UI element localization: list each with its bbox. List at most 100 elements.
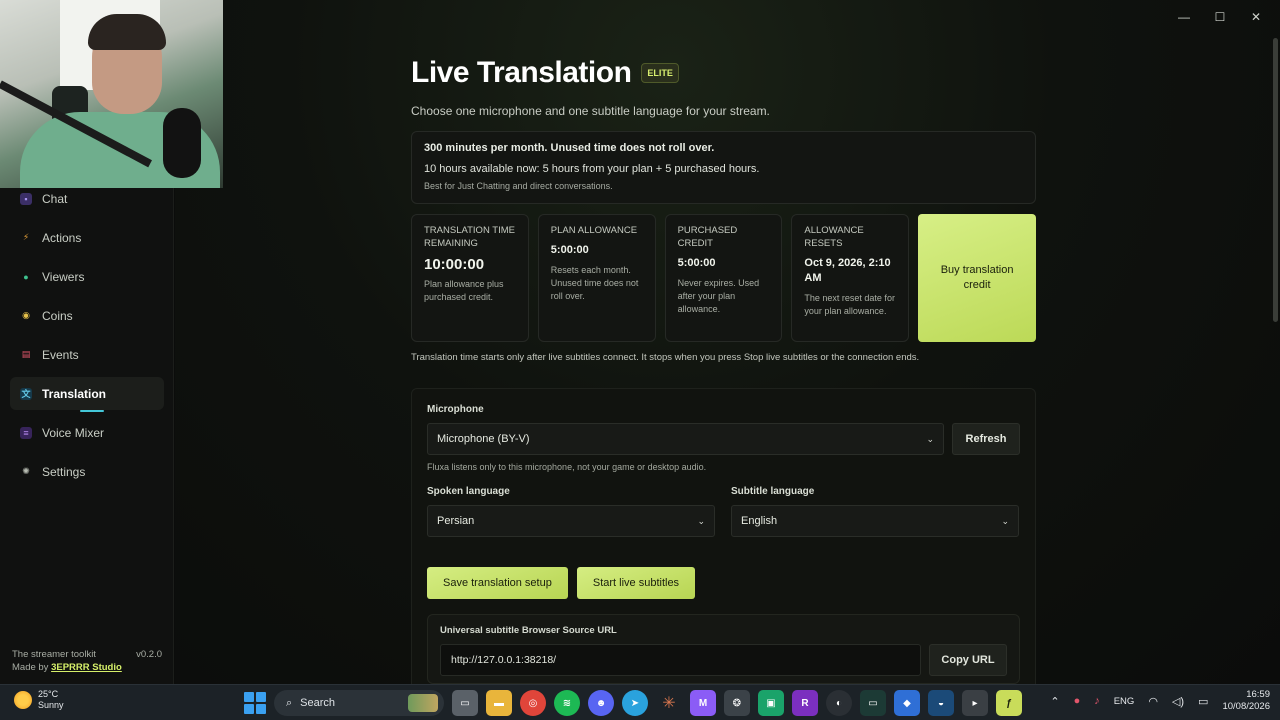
clock[interactable]: 16:59 10/08/2026: [1222, 689, 1270, 713]
chat-icon: ▪: [20, 192, 32, 205]
folder-icon[interactable]: ▬: [486, 690, 512, 716]
windows-start-icon[interactable]: [244, 692, 266, 714]
app-green-icon[interactable]: ▣: [758, 690, 784, 716]
spoken-language-value: Persian: [437, 515, 475, 527]
copy-url-button[interactable]: Copy URL: [929, 644, 1007, 676]
chevron-down-icon: ⌄: [1001, 515, 1009, 526]
coin-icon: ◉: [22, 310, 30, 320]
card-value: 5:00:00: [677, 257, 716, 269]
subtitle-language-select[interactable]: English ⌄: [731, 505, 1019, 537]
sidebar-nav: ▪ Chat ⚡ Actions ● Viewers ◉ Coins ▤ Eve…: [10, 182, 164, 494]
vpn-icon[interactable]: ◆: [894, 690, 920, 716]
translation-content: Live Translation ELITE Choose one microp…: [411, 56, 1036, 708]
refresh-button[interactable]: Refresh: [952, 423, 1020, 455]
spotify-icon[interactable]: ≋: [554, 690, 580, 716]
spoken-language-select[interactable]: Persian ⌄: [427, 505, 715, 537]
microphone-label: Microphone: [427, 404, 484, 415]
calendar-icon: ▤: [21, 349, 31, 359]
sidebar-item-label: Actions: [42, 230, 82, 245]
taskbar: 25°C Sunny ⌕ Search ▭ ▬ ◎ ≋ ☻ ➤ ✳ M ❂ ▣ …: [0, 684, 1280, 720]
sidebar-item-voice-mixer[interactable]: ≡ Voice Mixer: [10, 416, 164, 449]
clock-time: 16:59: [1246, 689, 1270, 700]
save-translation-setup-button[interactable]: Save translation setup: [427, 567, 568, 599]
search-highlight-image: [408, 694, 438, 712]
subtitle-language-label: Subtitle language: [731, 486, 815, 497]
studio-link[interactable]: 3EPRRR Studio: [51, 662, 122, 673]
active-tab-indicator: [80, 410, 104, 412]
webcam-overlay: [0, 0, 223, 188]
tagline: The streamer toolkit: [12, 649, 96, 660]
subtitle-language-value: English: [741, 515, 778, 527]
sidebar-item-actions[interactable]: ⚡ Actions: [10, 221, 164, 254]
volume-icon[interactable]: ◁): [1172, 695, 1184, 708]
discord-icon[interactable]: ☻: [588, 690, 614, 716]
microphone-value: Microphone (BY-V): [437, 433, 530, 445]
weather-widget[interactable]: 25°C Sunny: [14, 689, 64, 711]
translation-setup-panel: Microphone Microphone (BY-V) ⌄ Refresh F…: [411, 388, 1036, 708]
chrome-icon[interactable]: ◎: [520, 690, 546, 716]
close-button[interactable]: ✕: [1238, 8, 1274, 26]
openai-icon[interactable]: ❂: [724, 690, 750, 716]
browser-source-panel: Universal subtitle Browser Source URL ht…: [427, 614, 1020, 684]
card-plan-allowance: Plan allowance 5:00:00 Resets each month…: [537, 214, 656, 342]
card-purchased-credit: Purchased credit 5:00:00 Never expires. …: [664, 214, 783, 342]
subtitle-language-field: Subtitle language English ⌄: [731, 486, 1019, 537]
search-icon: ⌕: [286, 696, 293, 709]
minimize-button[interactable]: —: [1166, 8, 1202, 26]
microphone-select[interactable]: Microphone (BY-V) ⌄: [427, 423, 944, 455]
r-icon[interactable]: R: [792, 690, 818, 716]
microphone-image: [163, 108, 201, 178]
main-area: Live Translation ELITE Choose one microp…: [175, 0, 1280, 708]
card-label: Purchased credit: [677, 225, 738, 249]
sidebar-item-viewers[interactable]: ● Viewers: [10, 260, 164, 293]
obs-icon[interactable]: ◐: [826, 690, 852, 716]
taskbar-search[interactable]: ⌕ Search: [274, 690, 444, 716]
allowance-cards: Translation time remaining 10:00:00 Plan…: [411, 214, 1036, 342]
sidebar-item-events[interactable]: ▤ Events: [10, 338, 164, 371]
language-row: Spoken language Persian ⌄ Subtitle langu…: [427, 486, 1020, 537]
claude-icon[interactable]: ✳: [656, 690, 682, 716]
window-controls: — ☐ ✕: [1166, 8, 1274, 26]
terminal-icon[interactable]: ▭: [860, 690, 886, 716]
card-allowance-resets: Allowance resets Oct 9, 2026, 2:10 AM Th…: [791, 214, 910, 342]
sidebar-item-label: Coins: [42, 308, 73, 323]
files-icon[interactable]: ▭: [452, 690, 478, 716]
browser-source-url-field[interactable]: http://127.0.0.1:38218/: [440, 644, 921, 676]
sidebar-footer: The streamer toolkit v0.2.0 Made by 3EPR…: [12, 648, 162, 674]
sidebar-item-coins[interactable]: ◉ Coins: [10, 299, 164, 332]
scrollbar[interactable]: [1273, 38, 1278, 322]
maximize-button[interactable]: ☐: [1202, 8, 1238, 26]
card-note: Plan allowance plus purchased credit.: [424, 279, 504, 302]
app-version: v0.2.0: [136, 649, 162, 660]
page-subtitle: Choose one microphone and one subtitle l…: [411, 104, 770, 118]
available-hours-line: 10 hours available now: 5 hours from you…: [424, 163, 760, 175]
system-tray: ⌃ ● ♪ ENG ◠ ◁) ▭ 16:59 10/08/2026: [1050, 689, 1270, 713]
buy-translation-credit-button[interactable]: Buy translation credit: [918, 214, 1036, 342]
title-row: Live Translation ELITE: [411, 56, 1036, 90]
telegram-icon[interactable]: ➤: [622, 690, 648, 716]
sidebar-item-translation[interactable]: 文 Translation: [10, 377, 164, 410]
steam-icon[interactable]: ◒: [928, 690, 954, 716]
microphone-icon[interactable]: ♪: [1094, 695, 1100, 707]
wifi-icon[interactable]: ◠: [1148, 695, 1158, 708]
gmail-icon[interactable]: M: [690, 690, 716, 716]
battery-icon[interactable]: ▭: [1198, 695, 1208, 708]
plan-info-box: 300 minutes per month. Unused time does …: [411, 131, 1036, 204]
plan-use-hint: Best for Just Chatting and direct conver…: [424, 181, 613, 191]
action-row: Save translation setup Start live subtit…: [427, 567, 1020, 599]
sidebar-item-settings[interactable]: ✺ Settings: [10, 455, 164, 488]
language-indicator[interactable]: ENG: [1114, 696, 1135, 707]
fluxa-icon[interactable]: ƒ: [996, 690, 1022, 716]
network-app-icon[interactable]: ●: [1074, 695, 1081, 707]
elite-badge: ELITE: [641, 63, 679, 83]
chevron-down-icon: ⌄: [697, 515, 705, 526]
sidebar-item-label: Viewers: [42, 269, 85, 284]
start-live-subtitles-button[interactable]: Start live subtitles: [576, 567, 696, 599]
chevron-up-icon[interactable]: ⌃: [1050, 695, 1059, 708]
sun-icon: [14, 691, 32, 709]
console-icon[interactable]: ▸: [962, 690, 988, 716]
plan-info-line: 300 minutes per month. Unused time does …: [424, 142, 715, 154]
microphone-row: Microphone (BY-V) ⌄ Refresh: [427, 423, 1020, 455]
users-icon: ●: [23, 271, 29, 282]
url-row: http://127.0.0.1:38218/ Copy URL: [440, 644, 1007, 676]
